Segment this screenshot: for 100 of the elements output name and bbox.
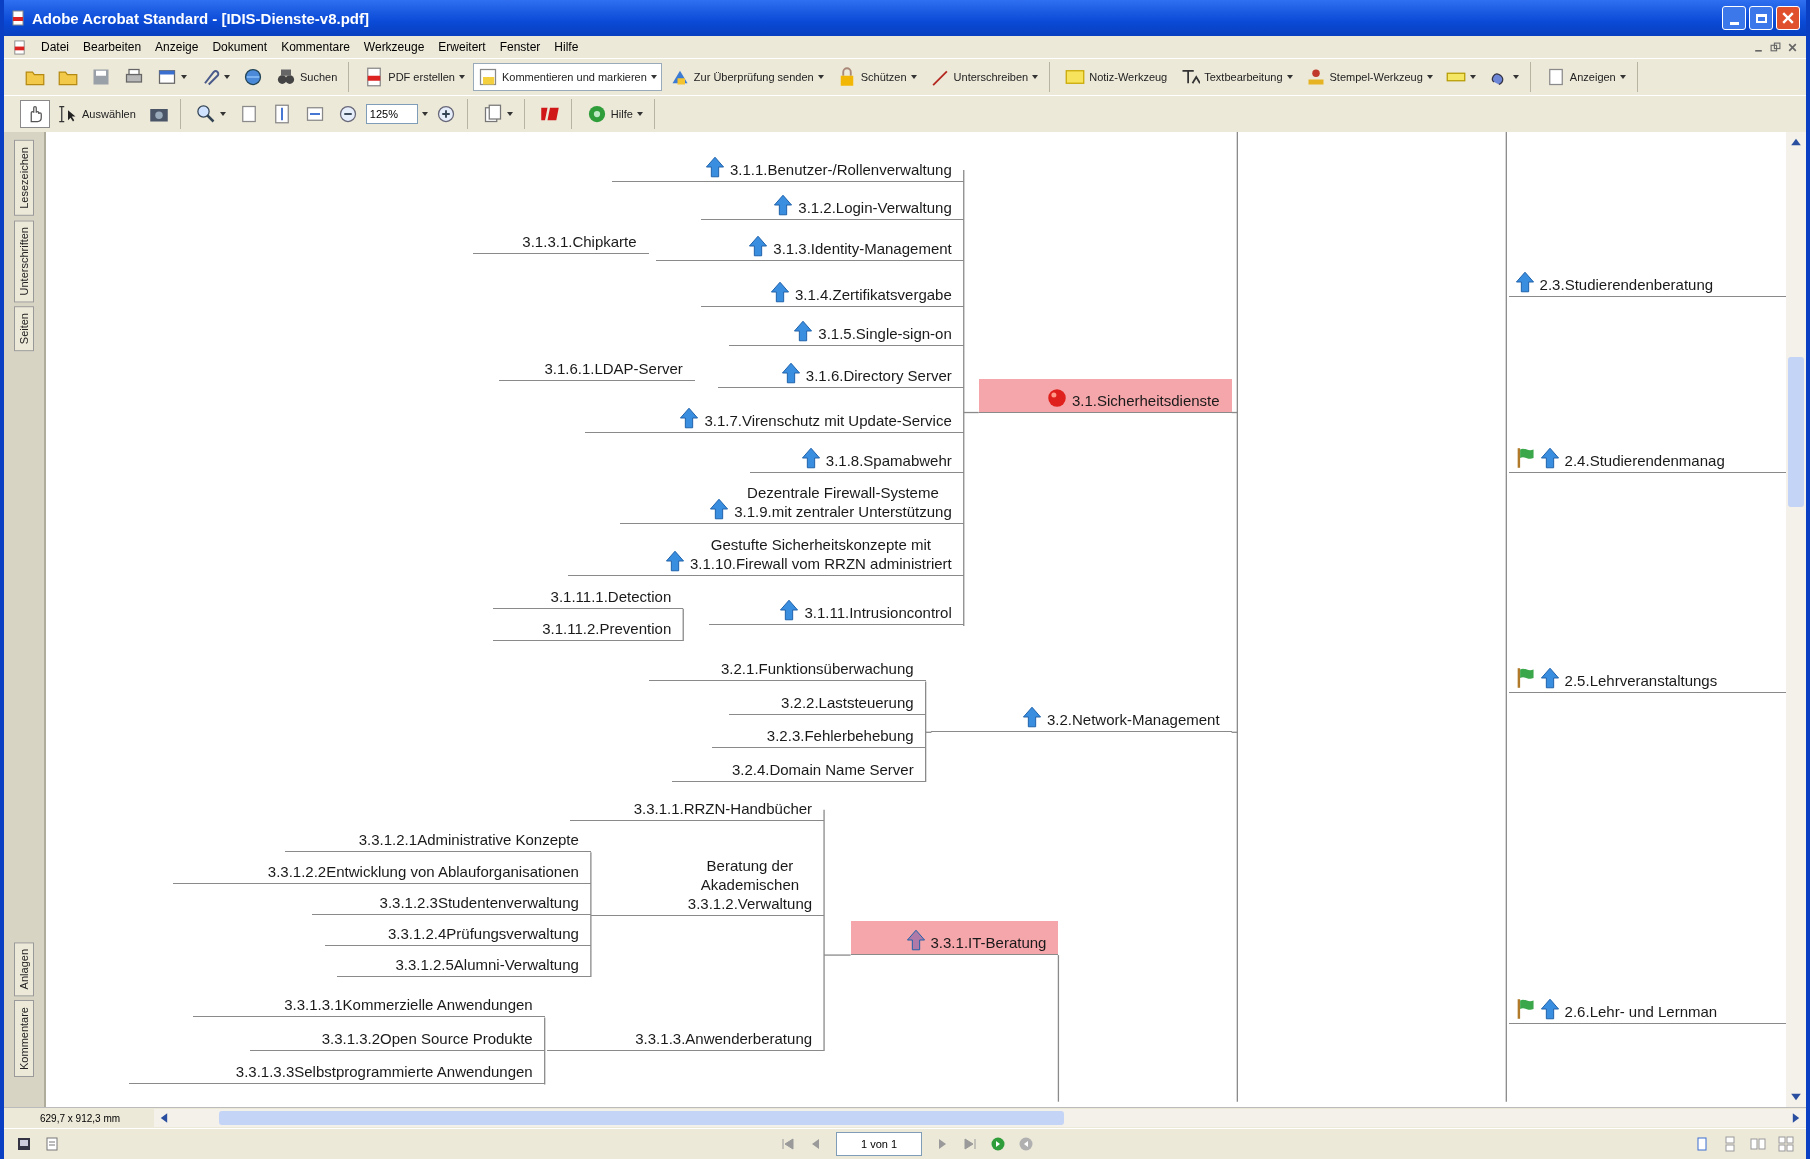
mindmap-node[interactable]: 3.1.1.Benutzer-/Rollenverwaltung xyxy=(611,155,964,182)
close-button[interactable] xyxy=(1776,6,1800,30)
panel-tab[interactable]: Anlagen xyxy=(14,941,34,996)
caret-icon xyxy=(458,75,465,79)
toolbar-button[interactable]: Zur Überprüfung senden xyxy=(664,63,829,91)
node-label: 3.2.4.Domain Name Server xyxy=(731,759,914,779)
last-page-icon[interactable] xyxy=(962,1136,978,1152)
scroll-thumb[interactable] xyxy=(219,1111,1064,1125)
mindmap-node[interactable]: 3.1.4.Zertifikatsvergabe xyxy=(700,281,964,308)
window-icon xyxy=(157,67,177,87)
mindmap-node[interactable]: 3.3.1.2.4Prüfungsverwaltung xyxy=(325,923,591,946)
toolbar-button[interactable]: Anzeigen xyxy=(1540,63,1631,91)
panel-tab[interactable]: Seiten xyxy=(14,306,34,352)
toolbar-button[interactable] xyxy=(20,100,50,128)
menu-item[interactable]: Dokument xyxy=(212,40,268,54)
up-arrow-icon xyxy=(793,319,814,342)
mindmap-node[interactable]: 3.3.1.IT-Beratung xyxy=(850,921,1059,956)
mindmap-node[interactable]: 3.1.11.Intrusioncontrol xyxy=(708,598,964,625)
mindmap-node[interactable]: 3.1.11.2.Prevention xyxy=(492,619,684,642)
node-label: 3.2.2.Laststeuerung xyxy=(781,692,914,712)
node-label: 3.3.1.2.3Studentenverwaltung xyxy=(379,892,579,912)
toolbar-button[interactable]: PDF erstellen xyxy=(359,63,470,91)
caret-icon xyxy=(224,75,230,79)
mindmap-node[interactable]: 3.1.5.Single-sign-on xyxy=(729,319,964,346)
up-arrow-icon xyxy=(679,407,700,430)
node-label: 3.1.2.Login-Verwaltung xyxy=(798,197,952,217)
toolbar-button[interactable]: Auswählen xyxy=(53,100,141,128)
mindmap-node[interactable]: 3.1.8.Spamabwehr xyxy=(750,446,964,473)
mindmap-node[interactable]: 3.3.1.2.5Alumni-Verwaltung xyxy=(336,955,591,977)
mindmap-node[interactable]: 3.3.1.3.2Open Source Produkte xyxy=(250,1028,545,1051)
mindmap-node[interactable]: Beratung der Akademischen 3.3.1.2.Verwaltung xyxy=(590,855,825,916)
node-label: 2.3.Studierendenberatung xyxy=(1539,275,1714,295)
toolbar-button[interactable]: Schützen xyxy=(831,63,922,91)
minimize-button[interactable] xyxy=(1722,6,1746,30)
mindmap-node[interactable]: 3.1.6.1.LDAP-Server xyxy=(498,359,695,382)
list-icon[interactable] xyxy=(44,1136,60,1152)
single-page-icon[interactable] xyxy=(1694,1136,1710,1152)
menu-item[interactable]: Erweitert xyxy=(438,40,486,54)
mindmap-node[interactable]: 3.3.1.3.Anwenderberatung xyxy=(547,1028,825,1051)
vertical-scrollbar[interactable] xyxy=(1786,132,1806,1107)
zoom-icon xyxy=(195,104,216,124)
up-arrow-icon xyxy=(1514,271,1535,294)
toolbar-button[interactable]: Hilfe xyxy=(581,100,648,128)
mindmap-node[interactable]: 3.2.4.Domain Name Server xyxy=(671,759,926,782)
horizontal-scrollbar[interactable] xyxy=(154,1109,1806,1127)
menu-item[interactable]: Bearbeiten xyxy=(83,40,142,54)
restore-icon[interactable] xyxy=(1770,41,1781,53)
panel-tab[interactable]: Lesezeichen xyxy=(14,140,34,216)
mindmap-node[interactable]: 3.1.2.Login-Verwaltung xyxy=(700,193,964,220)
caret-icon[interactable] xyxy=(421,112,428,116)
mindmap-node[interactable]: 3.1.Sicherheitsdienste xyxy=(978,378,1232,413)
mindmap-node[interactable]: Dezentrale Firewall-Systeme 3.1.9.mit zentraler Unterstützung xyxy=(619,483,964,525)
close-icon[interactable] xyxy=(1787,41,1798,53)
panel-tab[interactable]: Kommentare xyxy=(14,1000,34,1077)
scroll-thumb[interactable] xyxy=(1788,357,1804,507)
up-arrow-icon xyxy=(1539,998,1560,1021)
toolbar-button[interactable]: Suchen xyxy=(271,63,343,91)
menu-item[interactable]: Werkzeuge xyxy=(363,40,425,54)
toolbar-button[interactable]: Unterschreiben xyxy=(924,63,1044,91)
mindmap-node[interactable]: 3.3.1.2.2Entwicklung von Ablauforganisationen xyxy=(173,861,591,884)
node-label: 2.4.Studierendenmanag xyxy=(1564,450,1725,470)
mindmap-node[interactable]: 3.1.11.1.Detection xyxy=(492,586,684,609)
menu-item[interactable]: Kommentare xyxy=(281,40,350,54)
node-label: 2.5.Lehrveranstaltungs xyxy=(1564,671,1718,691)
up-arrow-icon xyxy=(1539,667,1560,690)
menu-item[interactable]: Fenster xyxy=(499,40,541,54)
node-label: 3.3.1.3.Anwenderberatung xyxy=(635,1028,813,1048)
menu-item[interactable]: Datei xyxy=(41,40,69,54)
forward-icon[interactable] xyxy=(990,1136,1006,1152)
zoom-field[interactable]: 125% xyxy=(365,104,418,124)
panel-icon[interactable] xyxy=(16,1136,32,1152)
toolbar-button[interactable]: Stempel-Werkzeug xyxy=(1300,63,1438,91)
mindmap-node[interactable]: 3.3.1.3.1Kommerzielle Anwendungen xyxy=(192,995,545,1018)
menu-item[interactable]: Anzeige xyxy=(155,40,199,54)
mindmap-node[interactable]: 3.1.3.Identity-Management xyxy=(655,235,964,262)
mindmap-node[interactable]: 3.1.7.Virenschutz mit Update-Service xyxy=(585,407,964,434)
mindmap-node[interactable]: 3.1.6.Directory Server xyxy=(717,362,964,389)
panel-tab[interactable]: Unterschriften xyxy=(14,219,34,303)
mindmap-node[interactable]: 3.2.Network-Management xyxy=(931,706,1232,733)
mindmap-node[interactable]: Gestufte Sicherheitskonzepte mit 3.1.10.Firewall vom RRZN administriert xyxy=(567,535,964,577)
node-label: 3.2.Network-Management xyxy=(1047,710,1220,730)
caret-icon xyxy=(181,75,187,79)
first-page-icon[interactable] xyxy=(780,1136,796,1152)
menu-item[interactable]: Hilfe xyxy=(554,40,579,54)
up-arrow-icon xyxy=(665,550,685,573)
maximize-button[interactable] xyxy=(1749,6,1773,30)
mindmap-node[interactable]: 3.3.1.2.3Studentenverwaltung xyxy=(311,892,591,915)
page-field[interactable]: 1 von 1 xyxy=(836,1132,922,1156)
mindmap-node[interactable]: 3.2.2.Laststeuerung xyxy=(729,692,926,715)
mindmap-node[interactable]: 3.2.3.Fehlerbehebung xyxy=(712,726,926,749)
toolbar-button[interactable]: Notiz-Werkzeug xyxy=(1060,63,1173,91)
mindmap-node[interactable]: 3.3.1.3.3Selbstprogrammierte Anwendungen xyxy=(129,1062,545,1085)
toolbar-button[interactable]: Kommentieren und markieren xyxy=(472,63,662,91)
toolbar-button[interactable]: Textbearbeitung xyxy=(1175,63,1298,91)
mindmap-node[interactable]: 3.2.1.Funktionsüberwachung xyxy=(648,659,926,682)
mindmap-node[interactable]: 3.3.1.2.1Administrative Konzepte xyxy=(285,830,591,853)
caret-icon xyxy=(1032,75,1039,79)
mindmap-node[interactable]: 3.1.3.1.Chipkarte xyxy=(473,232,649,255)
mindmap-node[interactable]: 3.3.1.1.RRZN-Handbücher xyxy=(570,799,825,822)
node-label: 3.1.9.mit zentraler Unterstützung xyxy=(734,502,952,522)
